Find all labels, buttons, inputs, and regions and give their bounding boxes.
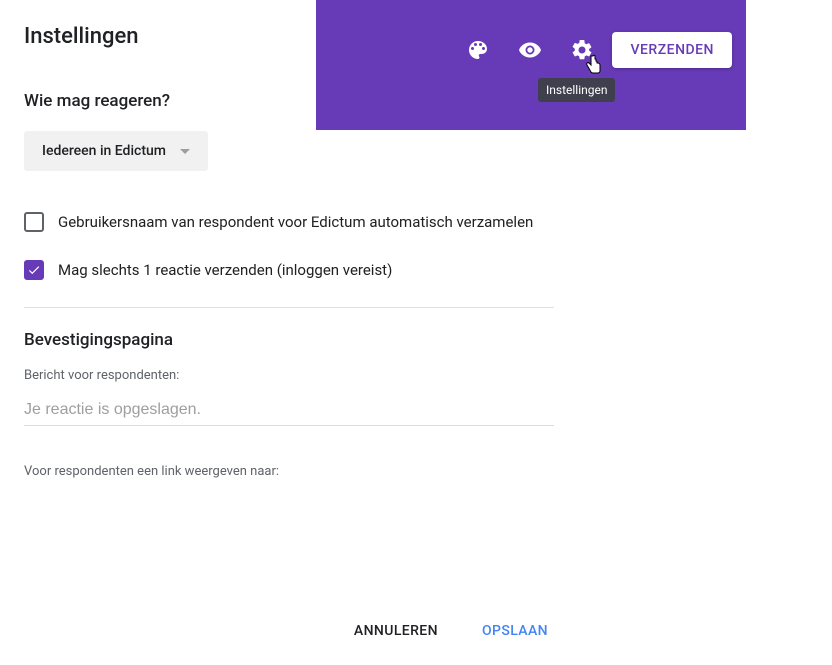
send-button[interactable]: VERZENDEN [612,32,732,68]
limit-one-checkbox[interactable] [24,260,44,280]
settings-panel: Instellingen Wie mag reageren? Iedereen … [24,24,554,497]
divider [24,307,554,308]
gear-icon[interactable] [560,28,604,72]
respond-heading: Wie mag reageren? [24,91,554,111]
respond-dropdown[interactable]: Iedereen in Edictum [24,131,208,171]
collect-username-row: Gebruikersnaam van respondent voor Edict… [24,211,554,233]
page-title: Instellingen [24,24,554,49]
collect-username-label: Gebruikersnaam van respondent voor Edict… [58,211,533,233]
message-field-label: Bericht voor respondenten: [24,368,554,383]
confirmation-heading: Bevestigingspagina [24,330,554,350]
link-label: Voor respondenten een link weergeven naa… [24,464,554,479]
limit-one-label: Mag slechts 1 reactie verzenden (inlogge… [58,259,392,281]
limit-one-row: Mag slechts 1 reactie verzenden (inlogge… [24,259,554,281]
cancel-button[interactable]: ANNULEREN [348,615,444,647]
collect-username-checkbox[interactable] [24,212,44,232]
chevron-down-icon [180,149,190,154]
confirmation-message-input[interactable] [24,401,554,426]
dropdown-value: Iedereen in Edictum [42,143,166,159]
save-button[interactable]: OPSLAAN [476,615,554,647]
dialog-footer: ANNULEREN OPSLAAN [24,615,554,647]
